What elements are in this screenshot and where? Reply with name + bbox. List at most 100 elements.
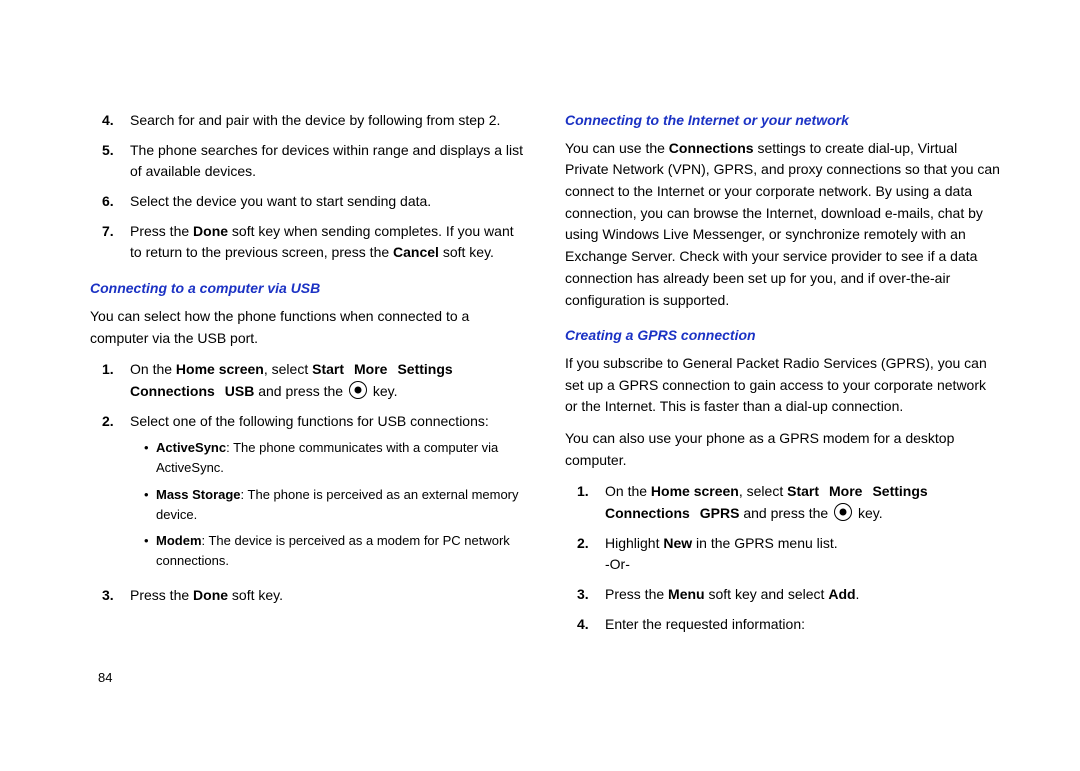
usb-steps: 1.On the Home screen, select Start More Se…: [90, 359, 525, 607]
text-run: Highlight: [605, 535, 663, 551]
text-run: More: [829, 483, 862, 499]
step-text: Highlight New in the GPRS menu list. -Or-: [605, 533, 1000, 576]
text-run: Press the: [130, 223, 193, 239]
step-text: Press the Menu soft key and select Add.: [605, 584, 1000, 606]
top-steps: 4.Search for and pair with the device by…: [90, 110, 525, 264]
step-item: 3.Press the Done soft key.: [90, 585, 525, 607]
step-alt: -Or-: [605, 554, 1000, 576]
text-run: You can use the: [565, 140, 669, 156]
step-number: 5.: [102, 140, 130, 162]
text-run: Menu: [668, 586, 705, 602]
text-run: Home screen: [651, 483, 739, 499]
step-text: Search for and pair with the device by f…: [130, 110, 525, 132]
step-item: 1.On the Home screen, select Start More Se…: [90, 359, 525, 402]
text-run: Settings: [397, 361, 452, 377]
right-column: Connecting to the Internet or your netwo…: [565, 110, 1000, 731]
text-run: Done: [193, 587, 228, 603]
text-run: Connections: [605, 505, 690, 521]
bullet-text: ActiveSync: The phone communicates with …: [156, 438, 525, 478]
text-run: Start: [312, 361, 344, 377]
text-run: More: [354, 361, 387, 377]
text-run: and press the: [739, 505, 832, 521]
text-run: Mass Storage: [156, 487, 241, 502]
step-item: 6.Select the device you want to start se…: [90, 191, 525, 213]
step-item: 1.On the Home screen, select Start More Se…: [565, 481, 1000, 524]
heading-internet: Connecting to the Internet or your netwo…: [565, 110, 1000, 132]
step-number: 3.: [577, 584, 605, 606]
text-run: settings to create dial-up, Virtual Priv…: [565, 140, 1000, 308]
text-run: Connections: [669, 140, 754, 156]
left-column: 4.Search for and pair with the device by…: [90, 110, 525, 731]
page-number: 84: [98, 670, 112, 685]
step-text: Press the Done soft key.: [130, 585, 525, 607]
center-key-icon: [349, 381, 367, 399]
step-item: 4.Enter the requested information:: [565, 614, 1000, 636]
para-usb: You can select how the phone functions w…: [90, 306, 525, 349]
gprs-steps: 1.On the Home screen, select Start More Se…: [565, 481, 1000, 635]
step-number: 3.: [102, 585, 130, 607]
heading-usb: Connecting to a computer via USB: [90, 278, 525, 300]
bullet-text: Mass Storage: The phone is perceived as …: [156, 485, 525, 525]
text-run: Press the: [605, 586, 668, 602]
text-run: Connections: [130, 383, 215, 399]
bullet-dot: •: [144, 438, 156, 458]
step-item: 5.The phone searches for devices within …: [90, 140, 525, 183]
step-number: 1.: [102, 359, 130, 381]
step-number: 1.: [577, 481, 605, 503]
center-key-icon: [834, 503, 852, 521]
text-run: Press the: [130, 587, 193, 603]
step-item: 4.Search for and pair with the device by…: [90, 110, 525, 132]
text-run: New: [663, 535, 692, 551]
text-run: , select: [264, 361, 312, 377]
step-item: 7.Press the Done soft key when sending c…: [90, 221, 525, 264]
step-item: 3.Press the Menu soft key and select Add…: [565, 584, 1000, 606]
step-text: Enter the requested information:: [605, 614, 1000, 636]
text-run: ActiveSync: [156, 440, 226, 455]
step-number: 2.: [102, 411, 130, 433]
bullet-list: •ActiveSync: The phone communicates with…: [130, 438, 525, 571]
text-run: : The device is perceived as a modem for…: [156, 533, 510, 568]
text-run: USB: [225, 383, 255, 399]
step-text: On the Home screen, select Start More Sett…: [130, 359, 525, 402]
text-run: key.: [369, 383, 398, 399]
bullet-dot: •: [144, 485, 156, 505]
bullet-item: •Mass Storage: The phone is perceived as…: [144, 485, 525, 525]
para-gprs1: If you subscribe to General Packet Radio…: [565, 353, 1000, 418]
step-text: The phone searches for devices within ra…: [130, 140, 525, 183]
text-run: in the GPRS menu list.: [692, 535, 838, 551]
bullet-dot: •: [144, 531, 156, 551]
text-run: Modem: [156, 533, 202, 548]
text-run: key.: [854, 505, 883, 521]
step-number: 4.: [577, 614, 605, 636]
text-run: Add: [828, 586, 855, 602]
text-run: GPRS: [700, 505, 740, 521]
text-run: Start: [787, 483, 819, 499]
step-number: 2.: [577, 533, 605, 555]
bullet-item: •Modem: The device is perceived as a mod…: [144, 531, 525, 571]
step-text: Select the device you want to start send…: [130, 191, 525, 213]
text-run: soft key and select: [705, 586, 829, 602]
step-item: 2.Select one of the following functions …: [90, 411, 525, 578]
bullet-text: Modem: The device is perceived as a mode…: [156, 531, 525, 571]
step-text: Press the Done soft key when sending com…: [130, 221, 525, 264]
text-run: Done: [193, 223, 228, 239]
step-text: On the Home screen, select Start More Sett…: [605, 481, 1000, 524]
step-number: 4.: [102, 110, 130, 132]
text-run: and press the: [254, 383, 347, 399]
para-gprs2: You can also use your phone as a GPRS mo…: [565, 428, 1000, 471]
text-run: soft key.: [439, 244, 494, 260]
text-run: Home screen: [176, 361, 264, 377]
text-run: Settings: [872, 483, 927, 499]
text-run: .: [856, 586, 860, 602]
text-run: , select: [739, 483, 787, 499]
heading-gprs: Creating a GPRS connection: [565, 325, 1000, 347]
step-text: Select one of the following functions fo…: [130, 411, 525, 578]
step-number: 6.: [102, 191, 130, 213]
text-run: On the: [130, 361, 176, 377]
step-item: 2.Highlight New in the GPRS menu list. -O…: [565, 533, 1000, 576]
step-number: 7.: [102, 221, 130, 243]
text-run: On the: [605, 483, 651, 499]
para-internet: You can use the Connections settings to …: [565, 138, 1000, 312]
manual-page: 4.Search for and pair with the device by…: [0, 0, 1080, 771]
text-run: soft key.: [228, 587, 283, 603]
